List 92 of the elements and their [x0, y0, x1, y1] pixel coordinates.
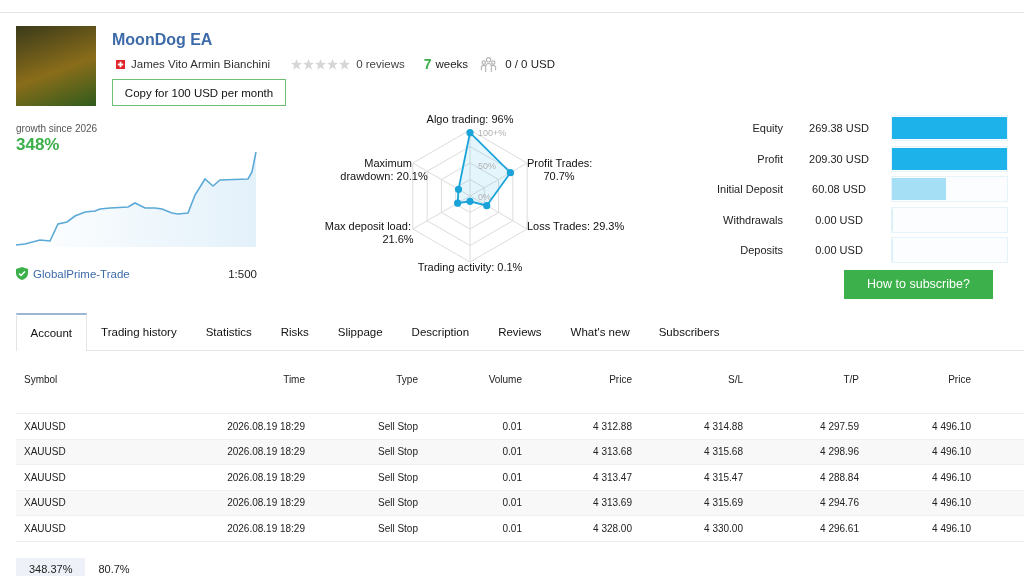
table-cell-text: XAUUSD [23, 497, 67, 509]
product-title[interactable]: MoonDog EA [112, 31, 555, 49]
table-cell-text: 4 297.59 [819, 420, 859, 432]
weeks-label: weeks [435, 58, 469, 70]
table-cell-text: Sell Stop [376, 522, 418, 534]
table-cell-text: 4 315.47 [703, 471, 743, 483]
tab[interactable]: What's new [556, 313, 645, 350]
tab[interactable]: Subscribers [644, 313, 734, 350]
table-cell-text: Sell Stop [376, 420, 418, 432]
table-cell-text: 4 288.84 [819, 471, 859, 483]
table-cell-text: 4 314.88 [703, 420, 743, 432]
balance-value: 269.38 USD [808, 122, 870, 135]
table-cell-text: 2026.08.19 18:29 [226, 522, 305, 534]
table-cell-text: 4 315.69 [703, 497, 743, 509]
column-header: Price [947, 373, 971, 385]
balance-label: Initial Deposit [715, 183, 783, 196]
leverage-value: 1:500 [228, 267, 257, 280]
flag-icon [116, 59, 125, 69]
summary-value[interactable]: 80.7% [85, 557, 143, 576]
column-header: Symbol [23, 373, 59, 385]
table-cell-text: 4 313.47 [592, 471, 632, 483]
balance-value: 0.00 USD [814, 244, 864, 257]
table-cell-text: 4 496.10 [931, 420, 971, 432]
radar-axis-label: Profit Trades: 70.7% [527, 157, 593, 182]
tab[interactable]: Reviews [483, 313, 557, 350]
shield-check-icon [16, 267, 28, 280]
tab[interactable]: Trading history [86, 313, 192, 350]
column-header: Time [282, 373, 305, 385]
broker-link[interactable]: GlobalPrime-Trade [33, 267, 130, 280]
column-header: Type [395, 373, 418, 385]
table-cell-text: 4 328.00 [592, 522, 632, 534]
author-name[interactable]: James Vito Armin Bianchini [131, 58, 271, 70]
table-cell-text: Sell Stop [376, 497, 418, 509]
table-cell-text: 2026.08.19 18:29 [226, 497, 305, 509]
column-header: Volume [487, 373, 522, 385]
table-cell-text: 0.01 [501, 446, 522, 458]
subscribers-funds: 0 / 0 USD [505, 58, 555, 70]
table-cell-text: XAUUSD [23, 420, 67, 432]
table-cell-text: 4 330.00 [703, 522, 743, 534]
reviews-count[interactable]: 0 reviews [356, 58, 405, 70]
table-cell-text: 0.01 [501, 522, 522, 534]
table-cell-text: 4 496.10 [931, 446, 971, 458]
table-cell-text: 0.01 [501, 471, 522, 483]
balance-label: Profit [756, 152, 783, 165]
balance-value: 209.30 USD [808, 152, 870, 165]
balance-label: Withdrawals [722, 213, 783, 226]
tab[interactable]: Statistics [191, 313, 267, 350]
people-icon [480, 55, 498, 73]
column-header: Price [608, 373, 632, 385]
balance-value: 60.08 USD [811, 183, 867, 196]
radar-axis-label: Trading activity: 0.1% [417, 261, 523, 273]
growth-value: 348% [16, 135, 61, 155]
balance-label: Equity [751, 122, 783, 135]
radar-tick-label: 0% [478, 192, 491, 202]
tab[interactable]: Account [16, 313, 87, 351]
table-cell-text: 4 496.10 [931, 497, 971, 509]
table-cell-text: Sell Stop [376, 446, 418, 458]
table-cell-text: 0.01 [501, 420, 522, 432]
copy-button[interactable]: Copy for 100 USD per month [112, 79, 286, 106]
radar-axis-label: Loss Trades: 29.3% [527, 220, 625, 232]
table-cell-text: 0.01 [501, 497, 522, 509]
table-cell-text: 4 298.96 [819, 446, 859, 458]
radar-axis-label: Max deposit load: 21.6% [324, 220, 414, 245]
tab[interactable]: Description [397, 313, 484, 350]
radar-tick-label: 50% [478, 161, 496, 171]
table-cell-text: 4 496.10 [931, 471, 971, 483]
table-cell-text: Sell Stop [376, 471, 418, 483]
table-cell-text: XAUUSD [23, 522, 67, 534]
table-cell-text: 4 312.88 [592, 420, 632, 432]
table-cell-text: XAUUSD [23, 471, 67, 483]
tab[interactable]: Risks [266, 313, 324, 350]
column-header: T/P [842, 373, 859, 385]
table-cell-text: 4 496.10 [931, 522, 971, 534]
radar-axis-label: Algo trading: 96% [426, 113, 514, 125]
table-cell-text: 4 313.69 [592, 497, 632, 509]
table-cell-text: 4 296.61 [819, 522, 859, 534]
radar-tick-label: 100+% [478, 128, 507, 138]
radar-axis-label: Maximum drawdown: 20.1% [340, 157, 428, 182]
table-cell-text: 2026.08.19 18:29 [226, 446, 305, 458]
summary-value[interactable]: 348.37% [16, 557, 86, 576]
table-cell-text: XAUUSD [23, 446, 67, 458]
tab[interactable]: Slippage [323, 313, 398, 350]
growth-label: growth since 2026 [16, 123, 99, 134]
table-cell-text: 4 294.76 [819, 497, 859, 509]
table-cell-text: 2026.08.19 18:29 [226, 420, 305, 432]
balance-label: Deposits [739, 244, 783, 257]
balance-value: 0.00 USD [814, 213, 864, 226]
table-cell-text: 2026.08.19 18:29 [226, 471, 305, 483]
weeks-number: 7 [423, 56, 432, 72]
table-cell-text: 4 313.68 [592, 446, 632, 458]
table-cell-text: 4 315.68 [703, 446, 743, 458]
column-header: S/L [727, 373, 743, 385]
